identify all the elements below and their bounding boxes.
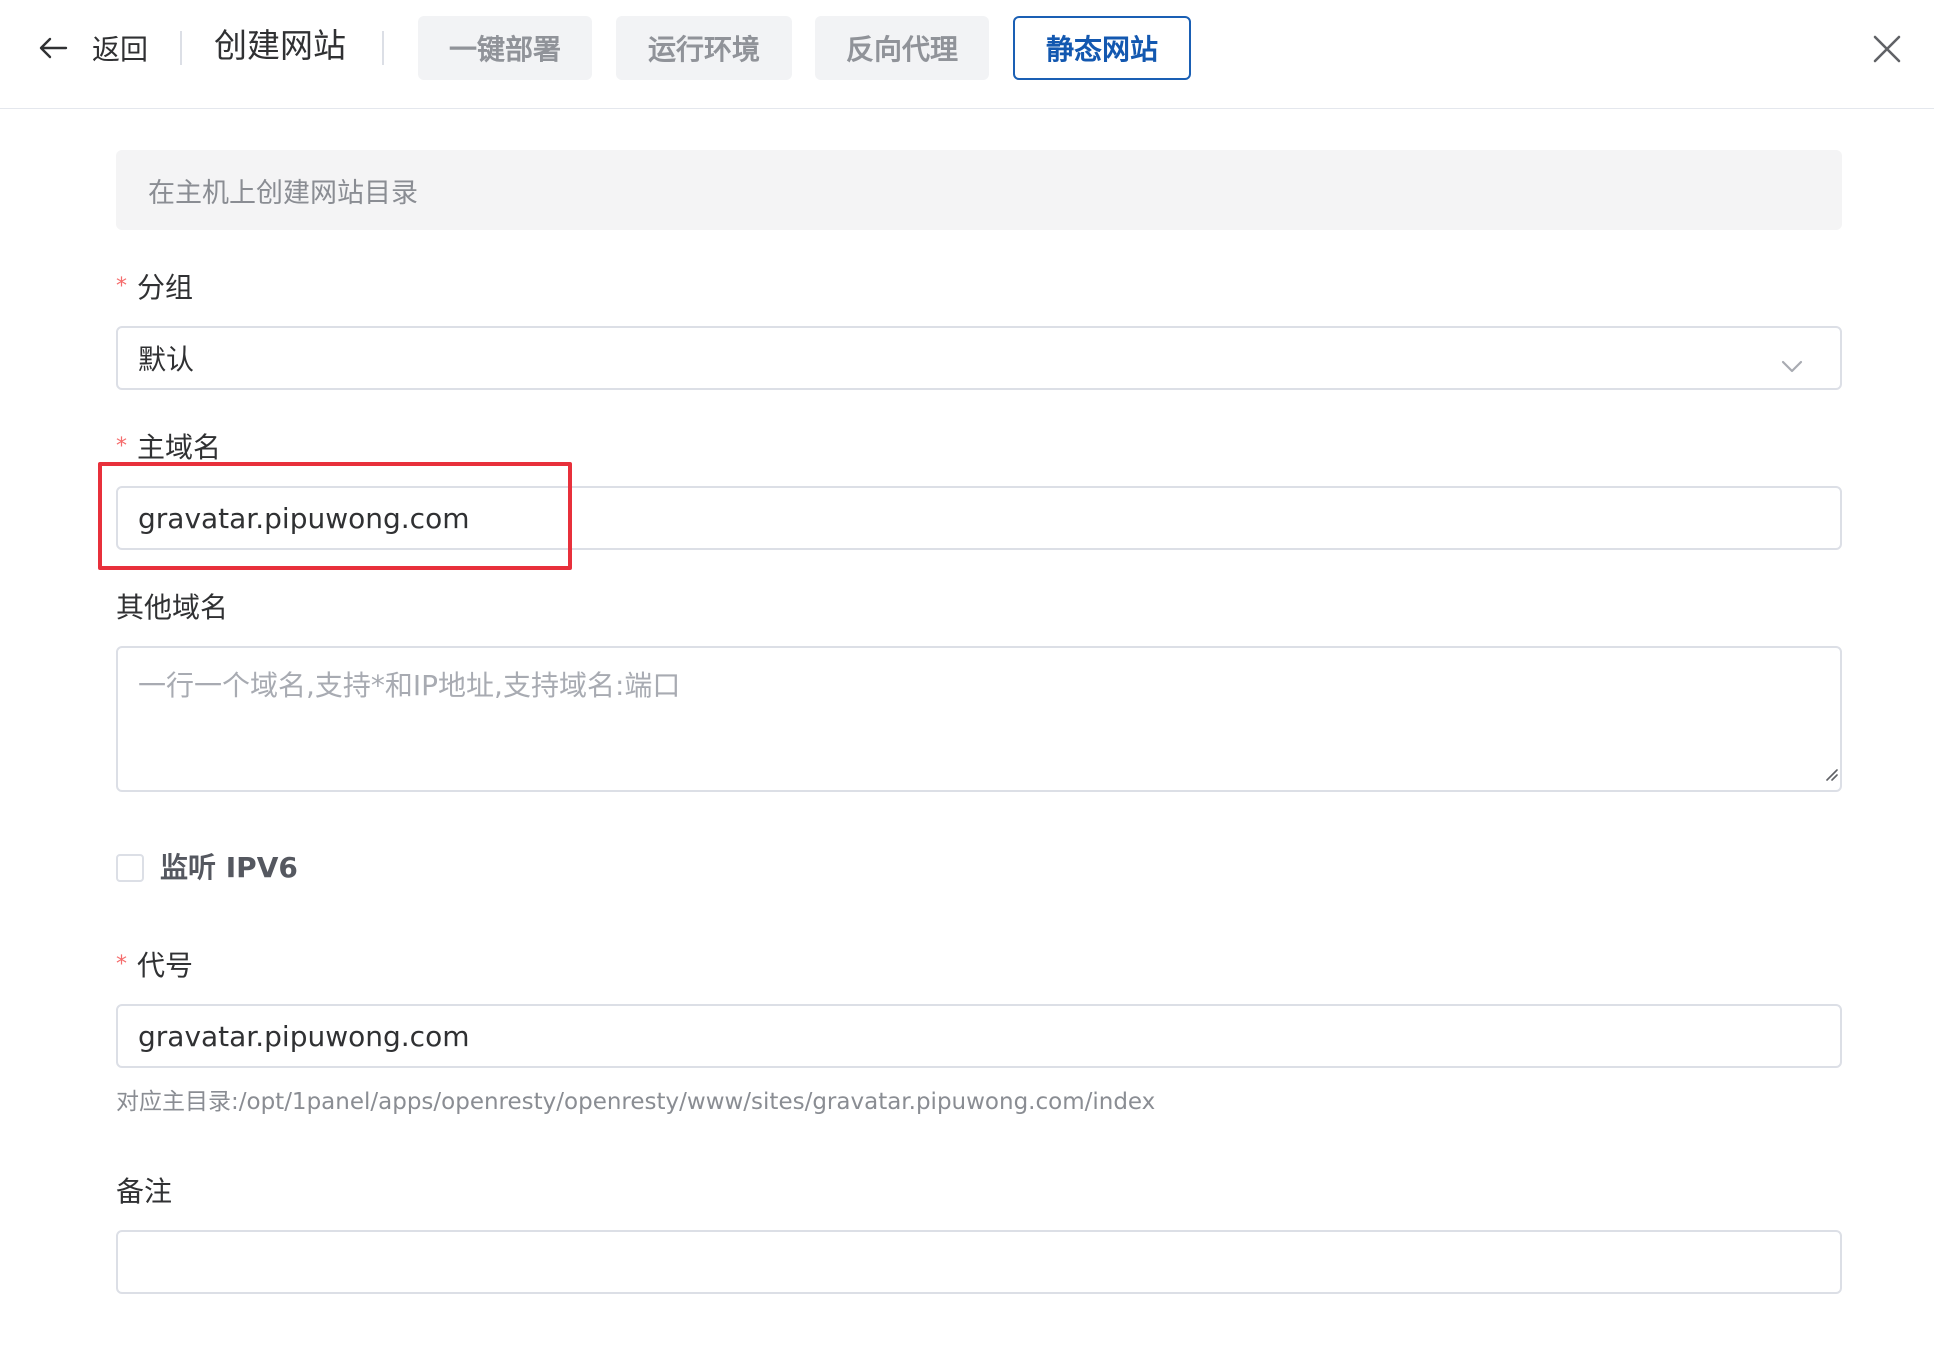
dialog-header: 返回 创建网站 一键部署 运行环境 反向代理 静态网站 <box>0 0 1934 109</box>
group-select[interactable]: 默认 <box>116 326 1842 390</box>
remark-label: 备注 <box>116 1175 173 1208</box>
arrow-left-icon <box>38 36 68 60</box>
other-domains-label: 其他域名 <box>116 591 229 624</box>
group-select-value: 默认 <box>138 343 195 376</box>
tab-reverse-proxy[interactable]: 反向代理 <box>815 16 989 80</box>
page-title: 创建网站 <box>214 26 346 65</box>
info-alert: 在主机上创建网站目录 <box>116 150 1842 230</box>
tab-static-website[interactable]: 静态网站 <box>1013 16 1191 80</box>
close-icon[interactable] <box>1870 32 1904 66</box>
resize-handle-icon[interactable] <box>1824 755 1838 788</box>
back-label: 返回 <box>92 33 149 66</box>
chevron-down-icon <box>1780 348 1804 381</box>
required-mark: * <box>116 274 127 299</box>
alias-hint: 对应主目录:/opt/1panel/apps/openresty/openres… <box>116 1089 1156 1115</box>
back-button[interactable]: 返回 <box>38 22 148 74</box>
group-label: * 分组 <box>116 271 194 304</box>
remark-input[interactable] <box>116 1230 1842 1294</box>
highlight-annotation <box>98 462 572 570</box>
other-domains-placeholder: 一行一个域名,支持*和IP地址,支持域名:端口 <box>138 669 681 702</box>
ipv6-checkbox-label[interactable]: 监听 IPV6 <box>160 847 298 889</box>
alias-label: * 代号 <box>116 949 194 982</box>
tab-runtime[interactable]: 运行环境 <box>616 16 792 80</box>
ipv6-checkbox[interactable] <box>116 854 144 882</box>
header-divider <box>382 31 384 65</box>
tab-one-click-deploy[interactable]: 一键部署 <box>418 16 592 80</box>
alias-value: gravatar.pipuwong.com <box>138 1019 470 1053</box>
required-mark: * <box>116 434 127 459</box>
other-domains-textarea[interactable]: 一行一个域名,支持*和IP地址,支持域名:端口 <box>116 646 1842 792</box>
alias-input[interactable]: gravatar.pipuwong.com <box>116 1004 1842 1068</box>
required-mark: * <box>116 952 127 977</box>
header-divider <box>180 31 182 65</box>
